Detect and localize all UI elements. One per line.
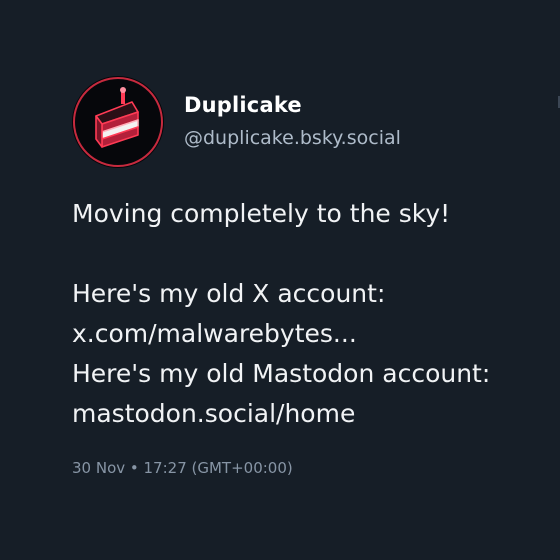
post-text-line: Here's my old Mastodon account:: [72, 359, 491, 388]
post-text-line: Moving completely to the sky!: [72, 199, 451, 228]
post-text: Moving completely to the sky! Here's my …: [72, 194, 552, 434]
post-text-line: Here's my old X account:: [72, 279, 386, 308]
author-display-name[interactable]: Duplicake: [184, 93, 302, 117]
mastodon-account-link[interactable]: mastodon.social/home: [72, 394, 552, 434]
avatar[interactable]: [72, 76, 164, 168]
cake-slice-icon: [73, 77, 163, 167]
author-handle[interactable]: @duplicake.bsky.social: [184, 127, 401, 149]
post-card: Duplicake @duplicake.bsky.social Moving …: [0, 0, 560, 560]
x-account-link[interactable]: x.com/malwarebytes...: [72, 314, 552, 354]
post-timestamp: 30 Nov • 17:27 (GMT+00:00): [72, 459, 293, 477]
